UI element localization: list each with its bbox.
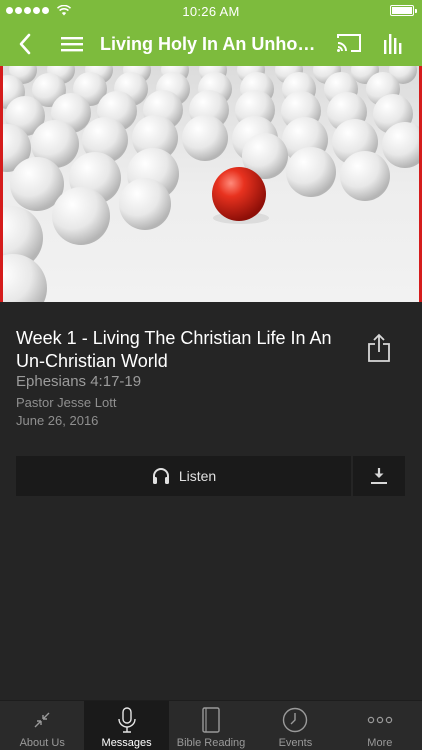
cast-icon[interactable]	[336, 32, 362, 54]
status-bar: 10:26 AM	[0, 0, 422, 22]
tab-events[interactable]: Events	[253, 701, 337, 750]
red-sphere	[212, 167, 266, 221]
download-button[interactable]	[353, 456, 405, 496]
download-icon	[371, 468, 387, 484]
audio-levels-icon[interactable]	[383, 31, 405, 55]
wifi-icon	[57, 5, 71, 16]
clock-icon	[283, 707, 308, 733]
more-dots-icon	[367, 716, 393, 724]
page-title: Living Holy In An Unholy...	[100, 34, 316, 54]
hamburger-menu-icon[interactable]	[60, 33, 84, 55]
tab-bar: About Us Messages Bible Reading Events M…	[0, 700, 422, 750]
tab-label: Events	[278, 737, 313, 749]
sermon-title: Week 1 - Living The Christian Life In An…	[16, 328, 332, 371]
scripture-reference: Ephesians 4:17-19	[16, 373, 142, 390]
tab-label: Bible Reading	[176, 737, 246, 749]
listen-label: Listen	[178, 468, 217, 484]
signal-strength-icon	[6, 5, 71, 16]
sermon-artwork	[0, 66, 422, 302]
share-icon[interactable]	[366, 333, 392, 363]
back-arrow-icon[interactable]	[14, 32, 38, 56]
spheres-illustration	[3, 66, 419, 302]
sermon-date: June 26, 2016	[16, 413, 99, 428]
compress-icon	[34, 712, 50, 728]
status-time: 10:26 AM	[182, 3, 240, 19]
headphones-icon	[152, 468, 169, 484]
nav-bar: Living Holy In An Unholy...	[0, 22, 422, 66]
tab-more[interactable]: More	[338, 701, 422, 750]
speaker-name: Pastor Jesse Lott	[16, 395, 117, 410]
microphone-icon	[117, 707, 136, 733]
book-icon	[202, 707, 220, 733]
battery-icon	[390, 5, 417, 16]
listen-button[interactable]: Listen	[16, 456, 351, 496]
tab-label: Messages	[101, 737, 152, 749]
tab-label: More	[367, 737, 393, 749]
tab-messages[interactable]: Messages	[84, 701, 169, 750]
tab-about-us[interactable]: About Us	[0, 701, 84, 750]
tab-label: About Us	[19, 737, 65, 749]
tab-bible-reading[interactable]: Bible Reading	[169, 701, 253, 750]
